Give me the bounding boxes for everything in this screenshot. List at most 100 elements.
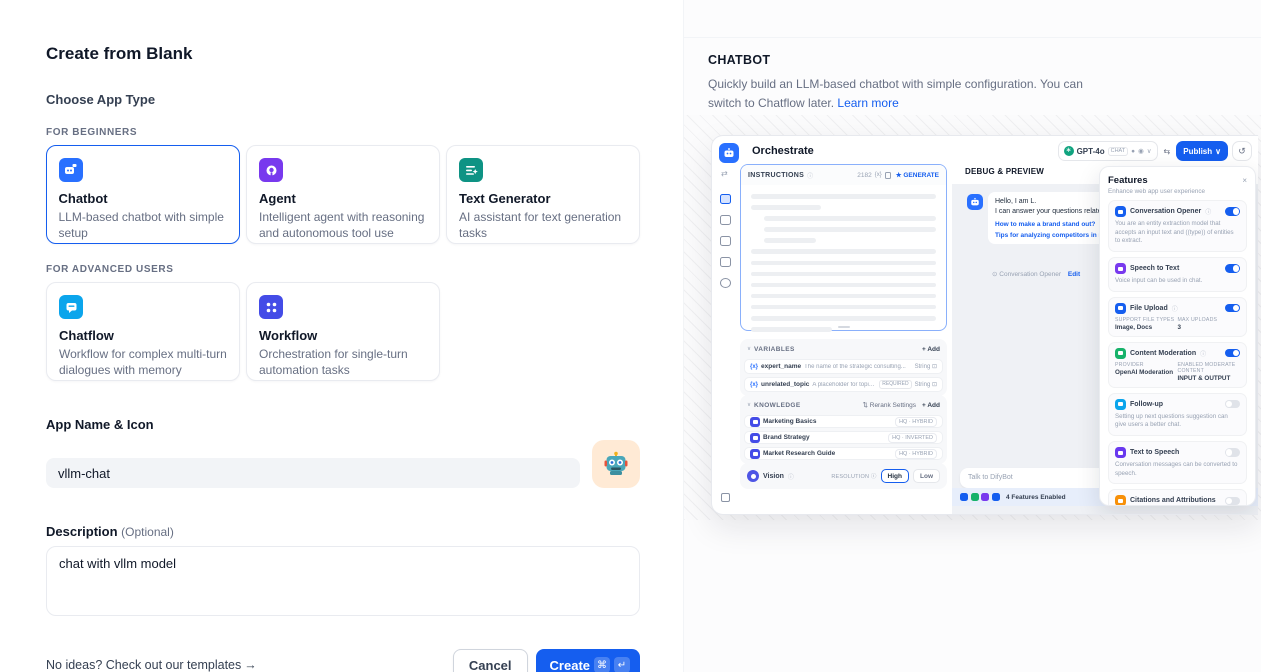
app-type-card-chatflow[interactable]: Chatflow Workflow for complex multi-turn…	[46, 282, 240, 381]
skeleton-line	[764, 216, 936, 221]
feature-desc: Voice input can be used in chat.	[1115, 277, 1240, 286]
feature-item: Conversation Opener ⓘ You are an entity …	[1108, 200, 1247, 252]
dataset-name: Marketing Basics	[763, 418, 816, 425]
copy-icon	[885, 172, 891, 179]
knowledge-title: KNOWLEDGE	[754, 402, 801, 409]
create-app-modal: Create from Blank Choose App Type FOR BE…	[0, 0, 1261, 672]
dataset-name: Brand Strategy	[763, 434, 810, 441]
card-title: Workflow	[259, 328, 427, 343]
model-chevron-icon: ∨	[1147, 147, 1152, 155]
card-desc: Orchestration for single-turn automation…	[259, 346, 427, 378]
feature-name: Text to Speech	[1130, 449, 1179, 456]
model-name: GPT-4o	[1077, 147, 1105, 156]
publish-label: Publish	[1183, 147, 1212, 156]
feature-desc: You are an entity extraction model that …	[1115, 220, 1240, 246]
description-textarea[interactable]: chat with vllm model	[46, 546, 640, 616]
instructions-panel: INSTRUCTIONS ⓘ 2182 {x} ★ GENERATE	[740, 164, 947, 331]
meta-value: OpenAI Moderation	[1115, 369, 1178, 376]
model-selector: ∗ GPT-4o CHAT ● ◉ ∨	[1058, 141, 1158, 161]
knowledge-header: ∨ KNOWLEDGE ⇅ Rerank Settings + Add	[744, 398, 943, 412]
variable-desc: A placeholder for topics...	[812, 382, 876, 388]
opener-edit-link: Edit	[1068, 271, 1080, 278]
app-icon-picker[interactable]	[592, 440, 640, 488]
switch-icon: ⇄	[721, 169, 728, 178]
variable-type: String ⊡	[915, 381, 937, 388]
skeleton-line	[751, 194, 936, 199]
conversation-opener-row: ⊙ Conversation Opener Edit	[992, 270, 1080, 278]
app-type-card-agent[interactable]: Agent Intelligent agent with reasoning a…	[246, 145, 440, 244]
app-type-card-text-generator[interactable]: Text Generator AI assistant for text gen…	[446, 145, 640, 244]
variables-section: ∨ VARIABLES + Add {x} expert_name The na…	[740, 339, 947, 396]
app-type-card-chatbot[interactable]: Chatbot LLM-based chatbot with simple se…	[46, 145, 240, 244]
dataset-name: Market Research Guide	[763, 450, 835, 457]
meta-label: SUPPORT FILE TYPES	[1115, 317, 1178, 323]
enter-key-icon: ↵	[614, 657, 630, 672]
preview-screenshot: ⇄ Orchestrate ∗ GPT-4o CHAT	[711, 135, 1258, 515]
card-desc: LLM-based chatbot with simple setup	[59, 209, 228, 241]
cancel-button[interactable]: Cancel	[453, 649, 528, 672]
variable-name: unrelated_topic	[761, 381, 809, 388]
feature-desc: Conversation messages can be converted t…	[1115, 461, 1240, 478]
variable-type-icon: {x}	[750, 364, 758, 370]
dataset-mode-tag: HQ · HYBRID	[895, 417, 937, 427]
right-top-strip	[684, 0, 1261, 38]
app-type-card-workflow[interactable]: Workflow Orchestration for single-turn a…	[246, 282, 440, 381]
feature-name: Citations and Attributions	[1130, 497, 1216, 504]
feature-toggle	[1225, 304, 1240, 313]
required-badge: REQUIRED	[879, 380, 911, 389]
beginner-cards-row: Chatbot LLM-based chatbot with simple se…	[46, 145, 640, 244]
variable-desc: The name of the strategic consulting...	[804, 364, 912, 370]
app-name-input[interactable]	[46, 458, 580, 488]
resolution-high-chip: High	[881, 469, 909, 483]
learn-more-link[interactable]: Learn more	[837, 96, 898, 110]
chat-input: Talk to DifyBot	[960, 468, 1118, 488]
conversation-opener-icon	[1115, 206, 1126, 217]
close-icon: ×	[1242, 176, 1247, 185]
feature-toggle	[1225, 400, 1240, 409]
variable-icon: {x}	[875, 172, 882, 178]
info-icon: ⓘ	[1205, 207, 1211, 216]
tune-icon: ⇆	[1164, 147, 1171, 156]
skeleton-line	[751, 316, 936, 321]
model-lock-icon: ●	[1131, 148, 1135, 155]
content-moderation-icon	[1115, 348, 1126, 359]
feature-item: Follow-up Setting up next questions sugg…	[1108, 393, 1247, 436]
text-to-speech-icon	[1115, 447, 1126, 458]
text-generator-icon	[459, 158, 483, 182]
orchestrate-nav-icon	[720, 194, 731, 204]
feature-toggle	[1225, 349, 1240, 358]
knowledge-row: Market Research Guide HQ · HYBRID	[744, 447, 943, 460]
skeleton-line	[751, 283, 936, 288]
chevron-down-icon: ∨	[747, 402, 751, 408]
dataset-icon	[750, 433, 760, 443]
preview-zone: ⇄ Orchestrate ∗ GPT-4o CHAT	[684, 115, 1261, 520]
info-heading: CHATBOT	[708, 53, 1237, 67]
file-upload-icon	[1115, 303, 1126, 314]
info-icon: ⓘ	[1172, 304, 1178, 313]
feature-toggle	[1225, 497, 1240, 506]
create-button[interactable]: Create ⌘ ↵	[536, 649, 640, 672]
globe-nav-icon	[720, 278, 731, 288]
dataset-mode-tag: HQ · INVERTED	[888, 433, 937, 443]
meta-label: MAX UPLOADS	[1178, 317, 1241, 323]
feature-toggle	[1225, 264, 1240, 273]
templates-link[interactable]: No ideas? Check out our templates→	[46, 658, 257, 672]
citations-icon	[1115, 495, 1126, 506]
preview-topbar-right: ∗ GPT-4o CHAT ● ◉ ∨ ⇆ Publish ∨ ↺	[1058, 141, 1252, 161]
preview-sidebar: ⇄	[712, 136, 742, 514]
description-optional-text: (Optional)	[121, 525, 174, 539]
skeleton-line	[764, 238, 816, 243]
skeleton-line	[764, 227, 936, 232]
feature-item: Speech to Text Voice input can be used i…	[1108, 257, 1247, 292]
skeleton-line	[751, 272, 936, 277]
variable-row: {x} unrelated_topic A placeholder for to…	[744, 377, 943, 392]
feature-name: Speech to Text	[1130, 265, 1179, 272]
skeleton-line	[751, 249, 936, 254]
resolution-label: RESOLUTION ⓘ	[831, 472, 876, 480]
feature-name: Content Moderation	[1130, 350, 1196, 357]
dataset-mode-tag: HQ · HYBRID	[895, 449, 937, 459]
follow-up-icon	[1115, 399, 1126, 410]
choose-app-type-label: Choose App Type	[46, 92, 640, 107]
app-type-info: CHATBOT Quickly build an LLM-based chatb…	[684, 38, 1261, 112]
workflow-icon	[259, 295, 283, 319]
